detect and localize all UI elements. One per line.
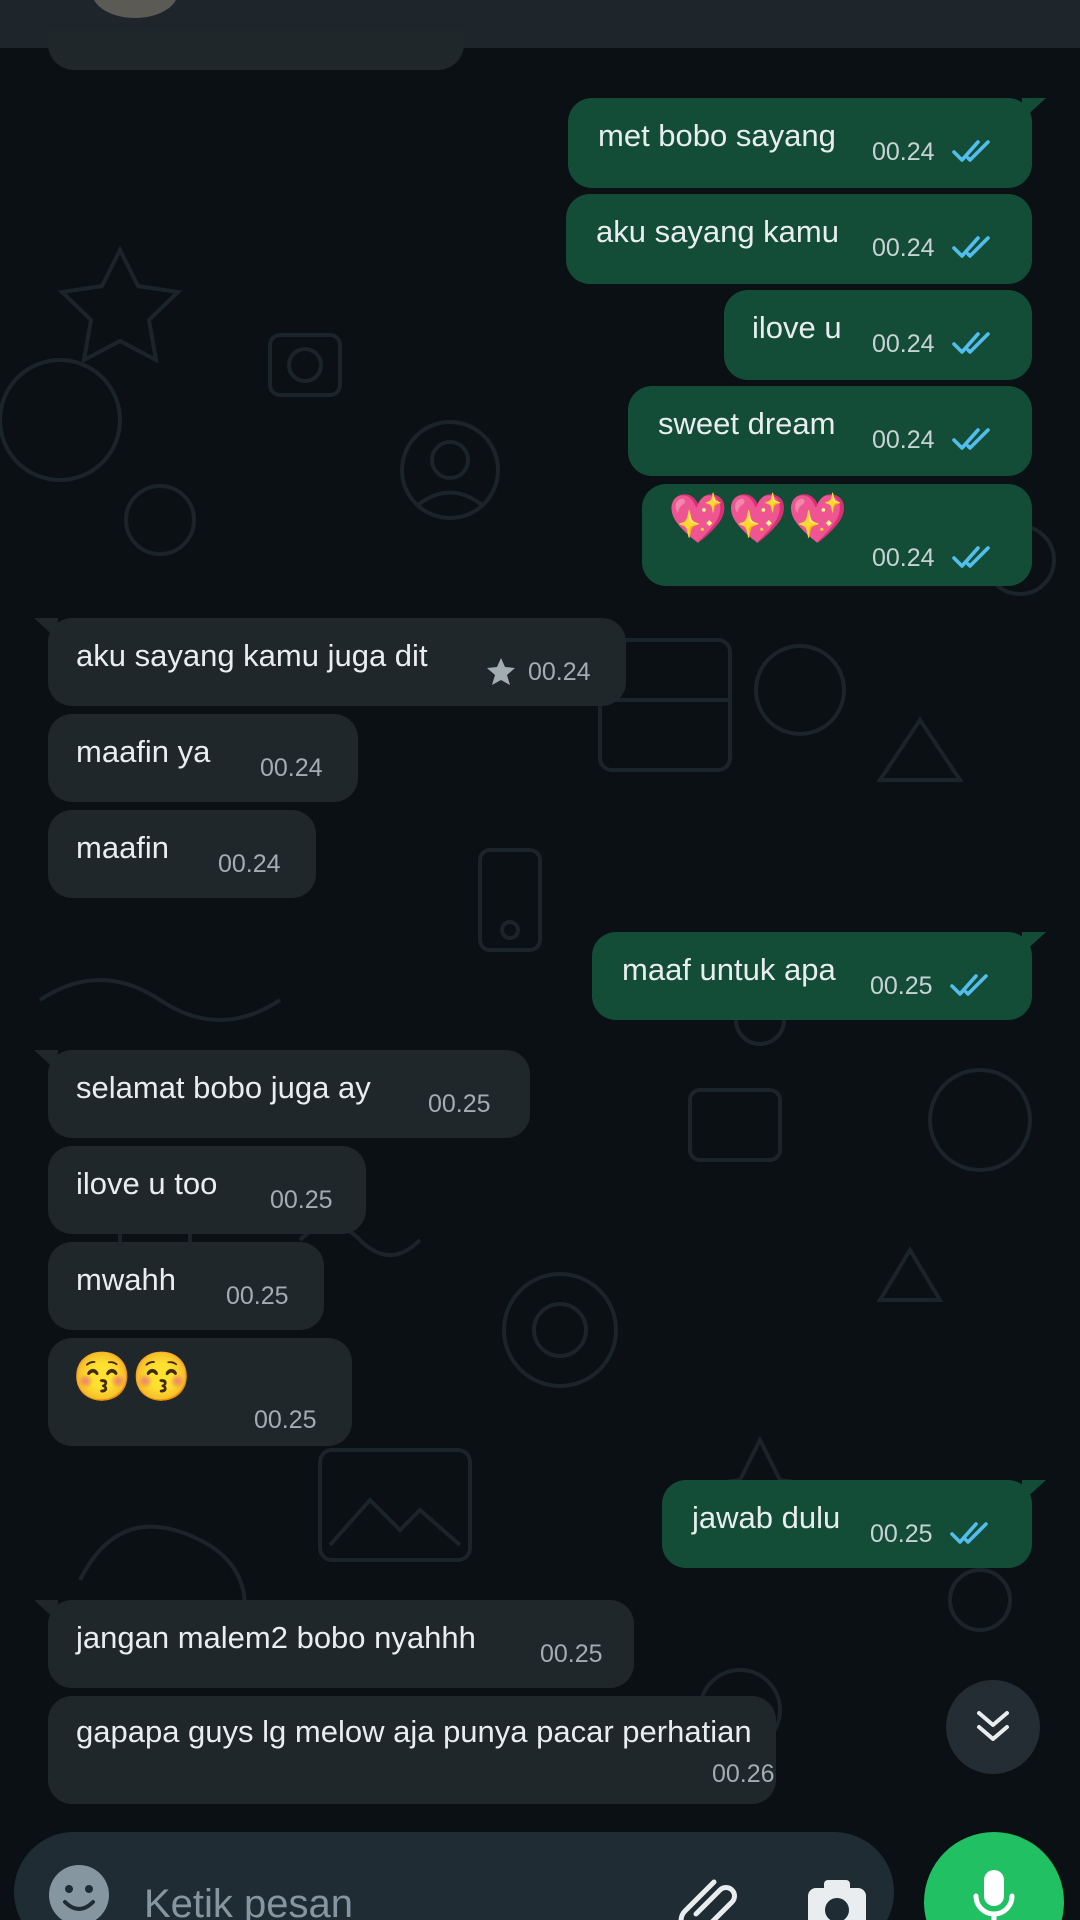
read-ticks-icon — [950, 1522, 988, 1544]
incoming-message[interactable]: selamat bobo juga ay 00.25 — [34, 1050, 530, 1138]
message-time: 00.25 — [270, 1186, 333, 1214]
message-time: 00.26 — [712, 1760, 775, 1788]
chevron-double-down-icon — [977, 1711, 1009, 1741]
contact-avatar[interactable] — [92, 0, 178, 18]
incoming-message[interactable]: mwahh 00.25 — [48, 1242, 324, 1330]
message-time: 00.24 — [260, 754, 323, 782]
incoming-message[interactable]: ilove u too 00.25 — [48, 1146, 366, 1234]
message-text: maafin ya — [76, 734, 211, 769]
read-ticks-icon — [952, 140, 990, 162]
outgoing-message[interactable]: maaf untuk apa 00.25 — [592, 932, 1046, 1020]
message-text: mwahh — [76, 1262, 176, 1297]
microphone-icon — [973, 1870, 1015, 1920]
attach-icon[interactable] — [674, 1868, 744, 1920]
kissing-face-emoji: 😚😚 — [72, 1351, 192, 1404]
message-time: 00.25 — [870, 1520, 933, 1548]
message-text: met bobo sayang — [598, 118, 836, 153]
outgoing-message[interactable]: met bobo sayang 00.24 — [568, 98, 1046, 188]
message-composer: Ketik pesan — [14, 1832, 894, 1920]
outgoing-message[interactable]: sweet dream 00.24 — [628, 386, 1032, 476]
incoming-message[interactable]: jangan malem2 bobo nyahhh 00.25 — [34, 1600, 634, 1688]
incoming-emoji-message[interactable]: 😚😚 00.25 — [48, 1338, 352, 1446]
message-time: 00.24 — [872, 138, 935, 166]
incoming-message[interactable]: aku sayang kamu juga dit 00.24 — [34, 618, 626, 706]
outgoing-emoji-message[interactable]: 💖💖💖 00.24 — [642, 484, 1032, 586]
read-ticks-icon — [952, 332, 990, 354]
message-time: 00.25 — [428, 1090, 491, 1118]
message-time: 00.24 — [872, 234, 935, 262]
message-text: aku sayang kamu juga dit — [76, 638, 428, 673]
message-text: gapapa guys lg melow aja punya pacar per… — [76, 1714, 752, 1749]
read-ticks-icon — [952, 546, 990, 568]
sparkling-heart-emoji: 💖💖💖 — [668, 493, 848, 546]
incoming-message[interactable]: maafin 00.24 — [48, 810, 316, 898]
message-time: 00.25 — [226, 1282, 289, 1310]
message-time: 00.25 — [540, 1640, 603, 1668]
message-time: 00.24 — [872, 330, 935, 358]
message-input[interactable]: Ketik pesan — [144, 1882, 353, 1920]
message-text: jawab dulu — [692, 1500, 841, 1535]
message-time: 00.24 — [872, 426, 935, 454]
read-ticks-icon — [952, 428, 990, 450]
message-text: selamat bobo juga ay — [76, 1070, 371, 1105]
message-text: jangan malem2 bobo nyahhh — [76, 1620, 476, 1655]
camera-icon[interactable] — [802, 1870, 872, 1920]
scroll-to-bottom-button[interactable] — [946, 1680, 1040, 1774]
emoji-icon[interactable] — [44, 1860, 114, 1920]
incoming-message[interactable]: gapapa guys lg melow aja punya pacar per… — [48, 1696, 776, 1804]
message-text: maaf untuk apa — [622, 952, 836, 987]
outgoing-message[interactable]: jawab dulu 00.25 — [662, 1480, 1046, 1568]
message-time: 00.25 — [870, 972, 933, 1000]
message-text: maafin — [76, 830, 170, 865]
read-ticks-icon — [950, 974, 988, 996]
outgoing-message[interactable]: aku sayang kamu 00.24 — [566, 194, 1032, 284]
message-text: ilove u — [752, 310, 842, 345]
message-text: sweet dream — [658, 406, 836, 441]
chat-screen: met bobo sayang 00.24 aku sayang kamu 00… — [0, 0, 1080, 1920]
message-time: 00.24 — [872, 544, 935, 572]
message-text: aku sayang kamu — [596, 214, 839, 249]
starred-icon — [487, 658, 515, 685]
message-text: ilove u too — [76, 1166, 218, 1201]
read-ticks-icon — [952, 236, 990, 258]
outgoing-message[interactable]: ilove u 00.24 — [724, 290, 1032, 380]
incoming-message[interactable]: maafin ya 00.24 — [48, 714, 358, 802]
message-time: 00.24 — [218, 850, 281, 878]
message-time: 00.25 — [254, 1406, 317, 1434]
message-time: 00.24 — [528, 658, 591, 686]
previous-message-bubble — [48, 30, 464, 70]
